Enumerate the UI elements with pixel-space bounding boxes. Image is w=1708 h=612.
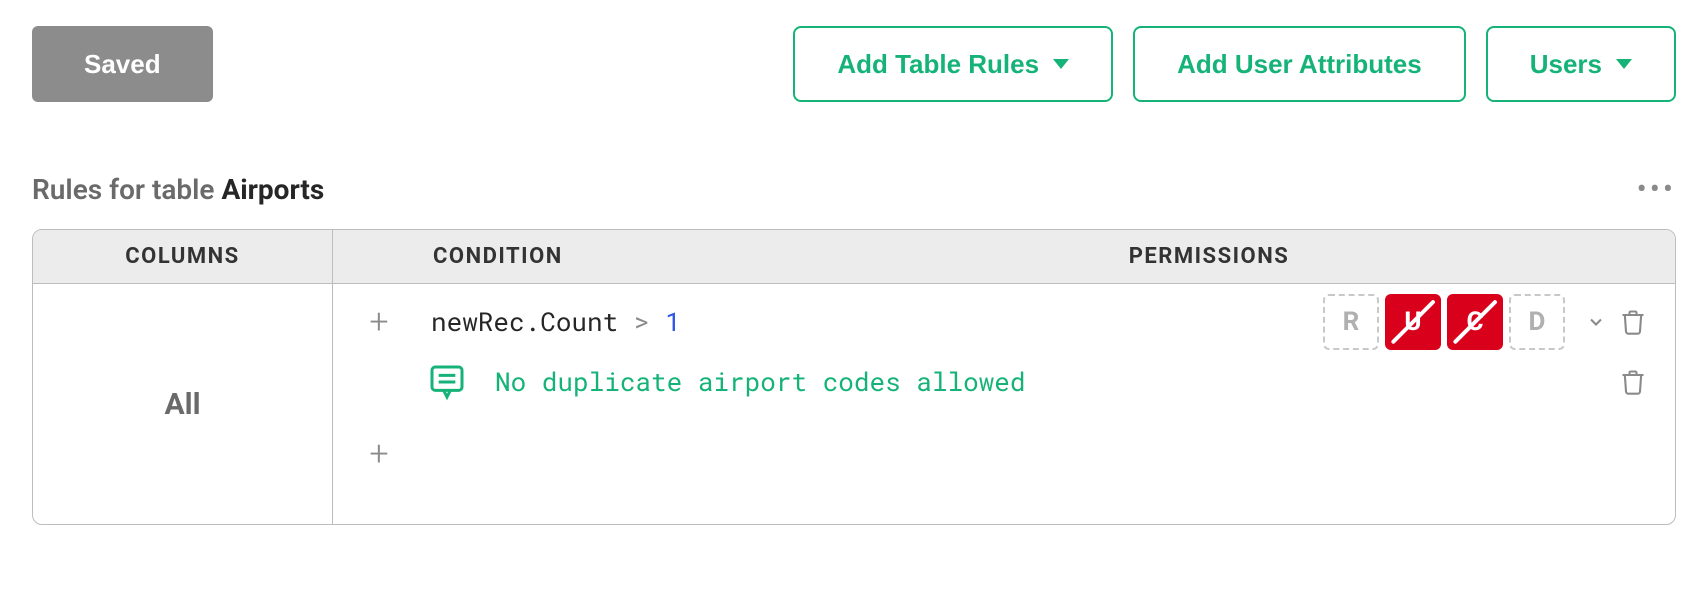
rule-row: + newRec.Count > 1 R U C D: [333, 284, 1675, 360]
add-rule-row: +: [333, 422, 1675, 500]
permissions-expand-button[interactable]: [1581, 307, 1611, 337]
delete-rule-button[interactable]: [1619, 308, 1647, 336]
condition-variable: newRec.Count: [431, 305, 618, 339]
saved-button: Saved: [32, 26, 213, 102]
rules-table: COLUMNS CONDITION PERMISSIONS All + newR…: [32, 229, 1676, 525]
trash-icon: [1619, 368, 1647, 396]
users-button[interactable]: Users: [1486, 26, 1676, 102]
permission-create[interactable]: C: [1447, 294, 1503, 350]
memo-text[interactable]: No duplicate airport codes allowed: [495, 365, 1026, 399]
section-header: Rules for table Airports •••: [0, 102, 1708, 219]
permission-delete[interactable]: D: [1509, 294, 1565, 350]
more-options-icon[interactable]: •••: [1637, 172, 1676, 207]
memo-row: No duplicate airport codes allowed: [333, 360, 1675, 422]
header-permissions: PERMISSIONS: [743, 230, 1675, 283]
add-table-rules-label: Add Table Rules: [837, 49, 1039, 80]
memo-icon[interactable]: [427, 362, 467, 402]
header-columns: COLUMNS: [33, 230, 333, 283]
add-rule-button[interactable]: +: [361, 436, 397, 472]
section-title-table: Airports: [221, 173, 324, 206]
columns-cell[interactable]: All: [33, 284, 333, 524]
chevron-down-icon: [1616, 59, 1632, 69]
permissions-block: R U C D: [1323, 294, 1611, 350]
chevron-down-icon: [1586, 312, 1606, 332]
toolbar: Saved Add Table Rules Add User Attribute…: [0, 0, 1708, 102]
add-memo-button[interactable]: +: [361, 304, 397, 340]
table-body-row: All + newRec.Count > 1 R U C D: [33, 284, 1675, 524]
condition-value: 1: [665, 305, 681, 339]
add-user-attributes-button[interactable]: Add User Attributes: [1133, 26, 1466, 102]
permission-read[interactable]: R: [1323, 294, 1379, 350]
condition-operator: >: [634, 305, 650, 339]
trash-icon: [1619, 308, 1647, 336]
users-label: Users: [1530, 49, 1602, 80]
rules-cell: + newRec.Count > 1 R U C D: [333, 284, 1675, 524]
section-title: Rules for table Airports: [32, 173, 324, 206]
table-header-row: COLUMNS CONDITION PERMISSIONS: [33, 230, 1675, 284]
add-user-attributes-label: Add User Attributes: [1177, 49, 1422, 80]
permission-update[interactable]: U: [1385, 294, 1441, 350]
add-table-rules-button[interactable]: Add Table Rules: [793, 26, 1113, 102]
delete-memo-button[interactable]: [1619, 368, 1647, 396]
chevron-down-icon: [1053, 59, 1069, 69]
section-title-prefix: Rules for table: [32, 173, 221, 206]
header-condition: CONDITION: [333, 230, 743, 283]
condition-expression[interactable]: newRec.Count > 1: [411, 305, 681, 339]
comment-icon: [427, 362, 467, 402]
